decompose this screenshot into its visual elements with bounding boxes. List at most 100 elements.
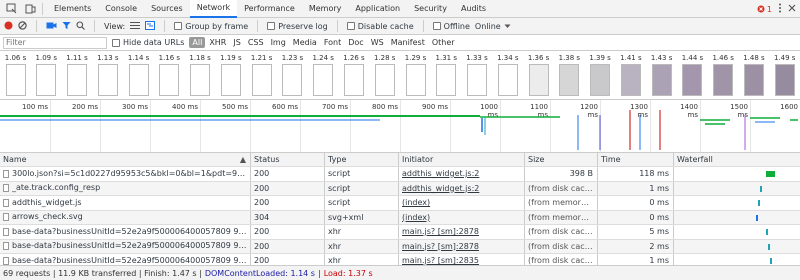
- filmstrip-frame[interactable]: 1.46 s: [709, 54, 738, 96]
- tab-memory[interactable]: Memory: [302, 0, 349, 18]
- column-header-name[interactable]: Name ▲: [0, 153, 251, 166]
- column-header-size[interactable]: Size: [525, 153, 598, 166]
- filmstrip-frame[interactable]: 1.43 s: [647, 54, 676, 96]
- table-row[interactable]: _ate.track.config_resp 200 script addthis_w…: [0, 181, 800, 196]
- filter-type-manifest[interactable]: Manifest: [388, 37, 428, 48]
- filmstrip-frame[interactable]: 1.26 s: [339, 54, 368, 96]
- request-name[interactable]: addthis_widget.js: [12, 196, 82, 210]
- filter-icon[interactable]: [62, 21, 71, 32]
- filmstrip-frame[interactable]: 1.29 s: [401, 54, 430, 96]
- group-by-frame-checkbox[interactable]: Group by frame: [174, 22, 248, 31]
- table-row[interactable]: 300lo.json?si=5c1d0227d95953c5&bkl=0&bl=…: [0, 167, 800, 182]
- checkbox-box[interactable]: [346, 22, 355, 30]
- table-row[interactable]: base-data?businessUnitId=52e2a9f50000640…: [0, 254, 800, 265]
- filter-type-xhr[interactable]: XHR: [206, 37, 229, 48]
- filmstrip-frame[interactable]: 1.23 s: [278, 54, 307, 96]
- throttling-select[interactable]: Online: [475, 22, 511, 31]
- divider: [257, 20, 259, 32]
- clear-icon[interactable]: [18, 20, 27, 32]
- filmstrip-frame[interactable]: 1.19 s: [216, 54, 245, 96]
- checkbox-box[interactable]: [267, 22, 276, 30]
- initiator-link[interactable]: addthis_widget.js:2: [402, 184, 479, 193]
- table-row[interactable]: addthis_widget.js 200 script (index) (from m…: [0, 196, 800, 211]
- filter-type-all[interactable]: All: [189, 37, 206, 48]
- filmstrip-frame[interactable]: 1.38 s: [555, 54, 584, 96]
- request-name[interactable]: base-data?businessUnitId=52e2a9f50000640…: [12, 254, 250, 265]
- initiator-link[interactable]: main.js? [sm]:2878: [402, 227, 479, 236]
- filter-type-font[interactable]: Font: [321, 37, 344, 48]
- initiator-link[interactable]: addthis_widget.js:2: [402, 169, 479, 178]
- tab-console[interactable]: Console: [98, 0, 144, 18]
- tab-network[interactable]: Network: [189, 0, 238, 18]
- filter-type-img[interactable]: Img: [268, 37, 289, 48]
- checkbox-box[interactable]: [432, 22, 441, 30]
- initiator-link[interactable]: (index): [402, 198, 430, 207]
- request-name[interactable]: arrows_check.svg: [12, 211, 83, 225]
- tab-elements[interactable]: Elements: [47, 0, 98, 18]
- column-header-time[interactable]: Time: [598, 153, 674, 166]
- filmstrip-frame[interactable]: 1.09 s: [32, 54, 61, 96]
- overview-waterfall-icon[interactable]: [145, 20, 156, 32]
- filmstrip-frame[interactable]: 1.41 s: [616, 54, 645, 96]
- filter-input[interactable]: [3, 36, 107, 49]
- table-row[interactable]: arrows_check.svg 304 svg+xml (index) (from m…: [0, 210, 800, 225]
- preserve-log-checkbox[interactable]: Preserve log: [267, 22, 328, 31]
- filmstrip-frame[interactable]: 1.39 s: [586, 54, 615, 96]
- column-header-initiator[interactable]: Initiator: [399, 153, 525, 166]
- filter-type-css[interactable]: CSS: [245, 37, 267, 48]
- filmstrip-frame[interactable]: 1.36 s: [524, 54, 553, 96]
- column-header-status[interactable]: Status: [251, 153, 325, 166]
- timeline-overview[interactable]: 100 ms 200 ms 300 ms 400 ms 500 ms 600 ms 700 …: [0, 100, 800, 153]
- filmstrip-frame[interactable]: 1.14 s: [124, 54, 153, 96]
- checkbox-box[interactable]: [174, 22, 183, 30]
- filmstrip-frame[interactable]: 1.49 s: [770, 54, 799, 96]
- inspect-element-icon[interactable]: [3, 1, 19, 17]
- initiator-link[interactable]: main.js? [sm]:2878: [402, 242, 479, 251]
- search-icon[interactable]: [76, 20, 85, 32]
- tab-security[interactable]: Security: [407, 0, 454, 18]
- filmstrip-frame[interactable]: 1.24 s: [309, 54, 338, 96]
- filmstrip-frame[interactable]: 1.48 s: [739, 54, 768, 96]
- checkbox-box[interactable]: [112, 38, 120, 47]
- filmstrip-frame[interactable]: 1.33 s: [463, 54, 492, 96]
- initiator-link[interactable]: main.js? [sm]:2835: [402, 256, 479, 265]
- disable-cache-checkbox[interactable]: Disable cache: [346, 22, 414, 31]
- filmstrip-frame[interactable]: 1.31 s: [432, 54, 461, 96]
- initiator-link[interactable]: (index): [402, 213, 430, 222]
- error-badge[interactable]: 1: [757, 5, 772, 14]
- column-header-type[interactable]: Type: [325, 153, 399, 166]
- filmstrip-frame[interactable]: 1.28 s: [370, 54, 399, 96]
- column-header-waterfall[interactable]: Waterfall: [674, 153, 800, 166]
- table-row[interactable]: base-data?businessUnitId=52e2a9f50000640…: [0, 239, 800, 254]
- offline-checkbox[interactable]: Offline: [432, 22, 470, 31]
- filter-type-doc[interactable]: Doc: [345, 37, 366, 48]
- hide-data-urls-checkbox[interactable]: Hide data URLs: [112, 38, 184, 47]
- filmstrip-frame[interactable]: 1.18 s: [186, 54, 215, 96]
- close-icon[interactable]: [788, 4, 796, 14]
- filmstrip-frame[interactable]: 1.06 s: [1, 54, 30, 96]
- filter-type-js[interactable]: JS: [230, 37, 243, 48]
- request-name[interactable]: base-data?businessUnitId=52e2a9f50000640…: [12, 240, 250, 254]
- request-name[interactable]: 300lo.json?si=5c1d0227d95953c5&bkl=0&bl=…: [12, 167, 250, 181]
- filter-type-media[interactable]: Media: [290, 37, 320, 48]
- record-icon[interactable]: [4, 21, 13, 32]
- tab-application[interactable]: Application: [348, 0, 407, 18]
- screenshot-capture-icon[interactable]: [46, 21, 57, 32]
- filmstrip-frame[interactable]: 1.11 s: [63, 54, 92, 96]
- filmstrip-frame[interactable]: 1.21 s: [247, 54, 276, 96]
- filter-type-ws[interactable]: WS: [368, 37, 387, 48]
- large-rows-icon[interactable]: [130, 21, 141, 32]
- more-menu-icon[interactable]: [778, 3, 782, 15]
- tab-sources[interactable]: Sources: [144, 0, 190, 18]
- filmstrip-frame[interactable]: 1.44 s: [678, 54, 707, 96]
- tab-audits[interactable]: Audits: [454, 0, 493, 18]
- filmstrip-frame[interactable]: 1.16 s: [155, 54, 184, 96]
- table-row[interactable]: base-data?businessUnitId=52e2a9f50000640…: [0, 225, 800, 240]
- filmstrip-frame[interactable]: 1.34 s: [493, 54, 522, 96]
- device-toolbar-icon[interactable]: [22, 1, 38, 17]
- tab-performance[interactable]: Performance: [237, 0, 302, 18]
- filter-type-other[interactable]: Other: [429, 37, 458, 48]
- request-name[interactable]: _ate.track.config_resp: [12, 182, 100, 196]
- request-name[interactable]: base-data?businessUnitId=52e2a9f50000640…: [12, 225, 250, 239]
- filmstrip-frame[interactable]: 1.13 s: [93, 54, 122, 96]
